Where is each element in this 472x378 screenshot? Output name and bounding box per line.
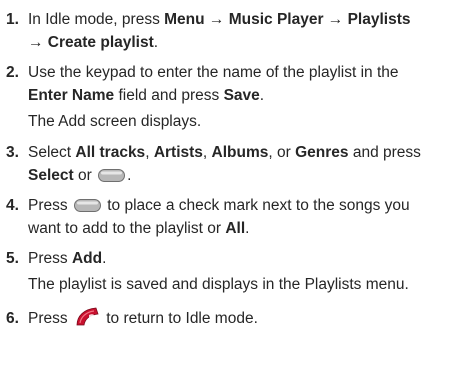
text: . — [245, 220, 250, 237]
step-text: → Create playlist. — [28, 34, 158, 52]
text: . — [153, 34, 159, 51]
button-name: Save — [223, 87, 260, 104]
text: Select — [28, 144, 76, 161]
step-note: The Add screen displays. — [28, 113, 201, 131]
text: to place a check mark next to the songs … — [102, 197, 410, 214]
step-text: want to add to the playlist or All. — [28, 220, 249, 238]
text: In Idle mode, press — [28, 11, 165, 28]
button-name: Select — [28, 167, 74, 184]
text: Press — [28, 197, 72, 214]
step-number: 6. — [6, 310, 19, 327]
menu-path: Menu → Music Player → Playlists — [164, 11, 411, 28]
text: . — [127, 167, 132, 184]
text: . — [259, 87, 265, 104]
step-text: In Idle mode, press Menu → Music Player … — [28, 11, 411, 29]
field-name: Enter Name — [28, 87, 115, 104]
menu-path: → Create playlist — [28, 34, 154, 51]
soft-key-icon — [73, 199, 101, 213]
step-note: The playlist is saved and displays in th… — [28, 276, 409, 294]
step-number: 5. — [6, 250, 19, 267]
text: , — [145, 144, 154, 161]
option-name: Albums — [211, 144, 269, 161]
button-name: Add — [71, 250, 103, 267]
step-number: 1. — [6, 11, 19, 28]
text: , — [202, 144, 212, 161]
option-name: Genres — [295, 144, 349, 161]
step-text: Press to return to Idle mode. — [28, 307, 258, 328]
text: . — [102, 250, 107, 267]
option-name: Artists — [153, 144, 203, 161]
note-text: The Add screen displays. — [28, 113, 202, 130]
step-number: 2. — [6, 64, 19, 81]
option-name: All — [225, 220, 246, 237]
end-key-icon — [74, 306, 100, 328]
text: Press — [28, 250, 72, 267]
step-text: Enter Name field and press Save. — [28, 87, 264, 105]
step-number: 3. — [6, 144, 19, 161]
text: field and press — [114, 87, 224, 104]
text: or — [73, 167, 97, 184]
step-text: Select or . — [28, 167, 131, 185]
step-text: Press Add. — [28, 250, 106, 268]
soft-key-icon — [98, 169, 126, 183]
step-number: 4. — [6, 197, 19, 214]
step-text: Select All tracks, Artists, Albums, or G… — [28, 144, 421, 162]
text: Use the keypad to enter the name of the … — [28, 64, 399, 81]
text: , or — [268, 144, 296, 161]
text: want to add to the playlist or — [28, 220, 226, 237]
option-name: All tracks — [75, 144, 146, 161]
text: to return to Idle mode. — [101, 310, 258, 328]
text: Press — [28, 310, 72, 328]
text: and press — [348, 144, 421, 161]
step-text: Press to place a check mark next to the … — [28, 197, 410, 215]
note-text: The playlist is saved and displays in th… — [28, 276, 409, 293]
step-text: Use the keypad to enter the name of the … — [28, 64, 399, 82]
